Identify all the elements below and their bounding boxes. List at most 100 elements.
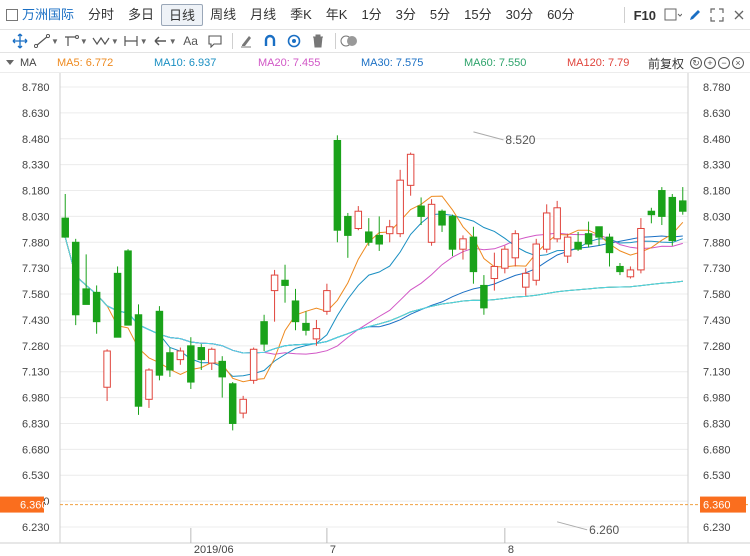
period-tab-weekly[interactable]: 周线 xyxy=(203,4,243,26)
candle-up xyxy=(490,265,499,280)
y-tick-label-right: 6.230 xyxy=(703,522,731,534)
candle-down xyxy=(113,272,122,338)
candle-down xyxy=(291,300,300,323)
candle-down xyxy=(124,250,132,326)
candle-down xyxy=(616,265,624,273)
annotation-leader xyxy=(557,521,588,531)
period-tab-multiday[interactable]: 多日 xyxy=(121,4,161,26)
candle-down xyxy=(658,190,666,217)
candle-up xyxy=(176,350,185,361)
candle-up xyxy=(542,212,551,250)
y-tick-label-left: 7.580 xyxy=(22,289,50,301)
period-tab-intraday[interactable]: 分时 xyxy=(81,4,121,26)
add-indicator-icon[interactable]: + xyxy=(704,57,716,69)
candle-down xyxy=(260,321,268,345)
trendline-tool-icon[interactable]: ▼ xyxy=(34,31,59,51)
close-indicator-icon[interactable]: × xyxy=(732,57,744,69)
chart-type-icon[interactable] xyxy=(662,4,684,26)
candle-up xyxy=(501,248,509,269)
magnet-icon[interactable] xyxy=(260,31,280,51)
candle-up xyxy=(406,153,415,186)
y-tick-label-left: 8.630 xyxy=(22,108,50,120)
arrow-tool-icon[interactable]: ▼ xyxy=(152,31,177,51)
candle-down xyxy=(595,226,603,238)
candle-down xyxy=(92,291,101,323)
eraser-icon[interactable] xyxy=(236,31,256,51)
candle-up xyxy=(239,398,247,414)
period-tab-yearly[interactable]: 年K xyxy=(319,4,355,26)
crosshair-move-icon[interactable] xyxy=(10,31,30,51)
y-tick-label-left: 6.230 xyxy=(22,522,50,534)
stock-checkbox-icon[interactable] xyxy=(6,8,18,21)
period-tab-15min[interactable]: 15分 xyxy=(457,4,498,26)
y-tick-label-left: 7.280 xyxy=(22,341,50,353)
candle-down xyxy=(584,233,593,245)
period-tab-5min[interactable]: 5分 xyxy=(423,4,457,26)
close-icon[interactable] xyxy=(728,4,750,26)
price-annotation: 8.520 xyxy=(505,133,535,147)
candlestick-chart[interactable]: 8.780 8.780 8.630 8.630 8.480 8.480 8.330 8.330… xyxy=(0,73,750,556)
comment-tool-icon[interactable] xyxy=(205,31,225,51)
remove-indicator-icon[interactable]: − xyxy=(718,57,730,69)
text-tool-button[interactable]: Aa xyxy=(181,31,201,51)
candle-up xyxy=(459,238,467,250)
candle-down xyxy=(438,210,446,226)
y-tick-label-left: 7.130 xyxy=(22,367,50,379)
ma10-value: MA10: 6.937 xyxy=(154,56,217,69)
period-bar: 万洲国际 分时 多日 日线 周线 月线 季K 年K 1分 3分 5分 15分 3… xyxy=(0,0,750,30)
y-tick-label-left: 7.430 xyxy=(22,315,50,327)
candle-down xyxy=(333,139,342,231)
period-tab-monthly[interactable]: 月线 xyxy=(243,4,283,26)
candle-down xyxy=(134,314,143,407)
candle-up xyxy=(145,369,153,400)
measure-tool-icon[interactable]: ▼ xyxy=(123,31,148,51)
refresh-icon[interactable]: ↻ xyxy=(690,57,702,69)
y-tick-label-right: 7.880 xyxy=(703,237,731,249)
channel-tool-icon[interactable]: ▼ xyxy=(63,31,88,51)
candle-down xyxy=(605,236,614,254)
collapse-triangle-icon[interactable] xyxy=(6,60,14,65)
trash-icon[interactable] xyxy=(308,31,328,51)
period-tab-1min[interactable]: 1分 xyxy=(354,4,388,26)
y-tick-label-right: 7.730 xyxy=(703,263,731,275)
y-tick-label-right: 7.130 xyxy=(703,367,731,379)
candle-up xyxy=(427,203,436,243)
ma20-value: MA20: 7.455 xyxy=(258,56,321,69)
adjust-mode[interactable]: 前复权 xyxy=(648,55,684,72)
candle-down xyxy=(82,288,90,305)
y-tick-label-left: 8.330 xyxy=(22,160,50,172)
stock-name[interactable]: 万洲国际 xyxy=(18,4,81,26)
period-tab-daily[interactable]: 日线 xyxy=(161,3,204,26)
x-tick-label: 2019/06 xyxy=(194,544,234,556)
candle-up xyxy=(208,348,216,364)
candle-down xyxy=(469,236,478,273)
period-tab-quarterly[interactable]: 季K xyxy=(283,4,319,26)
drawing-toolbar: ▼ ▼ ▼ ▼ ▼ Aa xyxy=(0,30,750,53)
wave-tool-icon[interactable]: ▼ xyxy=(92,31,119,51)
period-tab-30min[interactable]: 30分 xyxy=(499,4,540,26)
toggle-icon[interactable] xyxy=(339,31,359,51)
f10-button[interactable]: F10 xyxy=(628,8,662,23)
divider xyxy=(623,7,625,23)
candle-up xyxy=(553,207,561,240)
candle-down xyxy=(668,196,677,242)
candle-down xyxy=(71,241,80,316)
y-tick-label-right: 6.980 xyxy=(703,393,731,405)
period-tab-60min[interactable]: 60分 xyxy=(540,4,581,26)
candle-down xyxy=(228,383,237,424)
draw-pen-icon[interactable] xyxy=(684,4,706,26)
fullscreen-icon[interactable] xyxy=(706,4,728,26)
y-tick-label-right: 8.480 xyxy=(703,134,731,146)
ma120-value: MA120: 7.79 xyxy=(567,56,630,69)
candle-down xyxy=(480,284,488,309)
candle-down xyxy=(679,200,687,212)
period-tab-3min[interactable]: 3分 xyxy=(389,4,423,26)
candle-down xyxy=(166,352,174,371)
y-tick-label-left: 6.980 xyxy=(22,393,50,405)
candle-down xyxy=(302,322,310,331)
eye-icon[interactable] xyxy=(284,31,304,51)
price-annotation: 6.260 xyxy=(589,523,619,537)
candle-up xyxy=(396,179,404,235)
candle-down xyxy=(647,210,656,216)
candle-down xyxy=(375,234,383,245)
